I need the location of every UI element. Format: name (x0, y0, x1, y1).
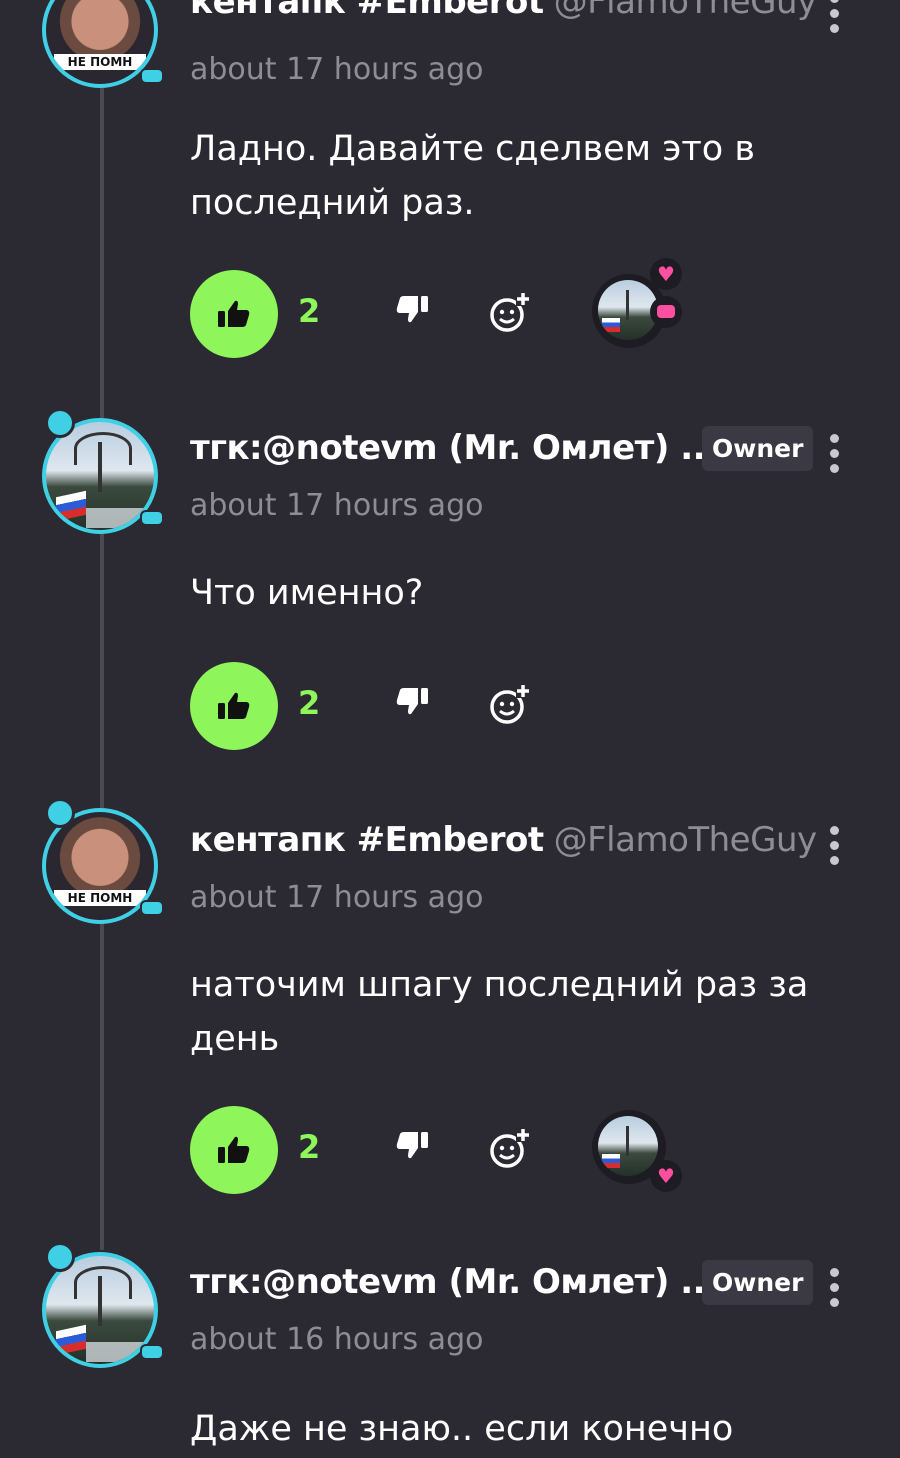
add-reaction-icon[interactable] (488, 292, 530, 334)
author-name[interactable]: кентапк #Emberot (190, 0, 544, 22)
more-vertical-icon[interactable] (826, 1268, 842, 1312)
thumbs-down-icon[interactable] (395, 1130, 429, 1160)
heart-icon: ♥ (650, 1160, 682, 1192)
comment-actions: 2 ♥ (190, 1106, 790, 1196)
comment-text: Ладно. Давайте сделвем это в последний р… (190, 129, 755, 223)
comment-timestamp: about 17 hours ago (190, 488, 484, 523)
avatar-badge (140, 510, 164, 526)
reactor-avatar (598, 280, 658, 340)
more-vertical-icon[interactable] (826, 826, 842, 870)
reaction-summary[interactable]: ♥ (580, 258, 690, 356)
avatar-caption: НЕ ПОМН (54, 890, 146, 906)
reaction-summary[interactable]: ♥ (580, 1110, 690, 1192)
more-vertical-icon[interactable] (826, 434, 842, 478)
like-count: 2 (298, 292, 321, 330)
comment-text: Даже не знаю.. если конечно (190, 1409, 734, 1449)
owner-badge: Owner (702, 426, 814, 471)
comment-text: Что именно? (190, 573, 424, 613)
comment-actions: 2 ♥ (190, 258, 790, 360)
author-handle[interactable]: @FlamoTheGuy (554, 820, 818, 860)
like-button[interactable] (190, 1106, 278, 1194)
thumbs-up-icon (218, 300, 250, 327)
comment-text: наточим шпагу последний раз за день (190, 965, 809, 1059)
owner-badge: Owner (702, 1260, 814, 1305)
thread-line (100, 80, 104, 1250)
avatar-badge (140, 900, 164, 916)
comment-author[interactable]: тгк:@notevm (Mr. Омлет) ... (190, 1262, 718, 1302)
like-button[interactable] (190, 270, 278, 358)
like-button[interactable] (190, 662, 278, 750)
avatar-decoration (45, 1242, 75, 1272)
avatar-caption: НЕ ПОМН (54, 54, 146, 70)
comment-author[interactable]: кентапк #Emberot @FlamoTheGuy (190, 820, 817, 860)
thumbs-up-icon (218, 1136, 250, 1163)
comment-actions: 2 (190, 662, 790, 752)
thumbs-up-icon (218, 692, 250, 719)
comment-timestamp: about 17 hours ago (190, 52, 484, 87)
chat-bubble-icon (650, 296, 682, 328)
reactor-avatar (598, 1116, 658, 1176)
comment-timestamp: about 16 hours ago (190, 1322, 484, 1357)
thumbs-down-icon[interactable] (395, 686, 429, 716)
comment-author[interactable]: тгк:@notevm (Mr. Омлет) ... (190, 428, 718, 468)
thumbs-down-icon[interactable] (395, 294, 429, 324)
author-name[interactable]: кентапк #Emberot (190, 820, 544, 860)
more-vertical-icon[interactable] (826, 0, 842, 38)
comment-timestamp: about 17 hours ago (190, 880, 484, 915)
avatar-badge (140, 1344, 164, 1360)
comment-author[interactable]: кентапк #Emberot @FlamoTheGuy (190, 0, 817, 22)
add-reaction-icon[interactable] (488, 684, 530, 726)
author-handle[interactable]: @FlamoTheGuy (554, 0, 818, 22)
like-count: 2 (298, 1128, 321, 1166)
heart-icon: ♥ (650, 258, 682, 290)
avatar-decoration (45, 408, 75, 438)
avatar-decoration (45, 798, 75, 828)
like-count: 2 (298, 684, 321, 722)
avatar-badge (140, 68, 164, 84)
add-reaction-icon[interactable] (488, 1128, 530, 1170)
